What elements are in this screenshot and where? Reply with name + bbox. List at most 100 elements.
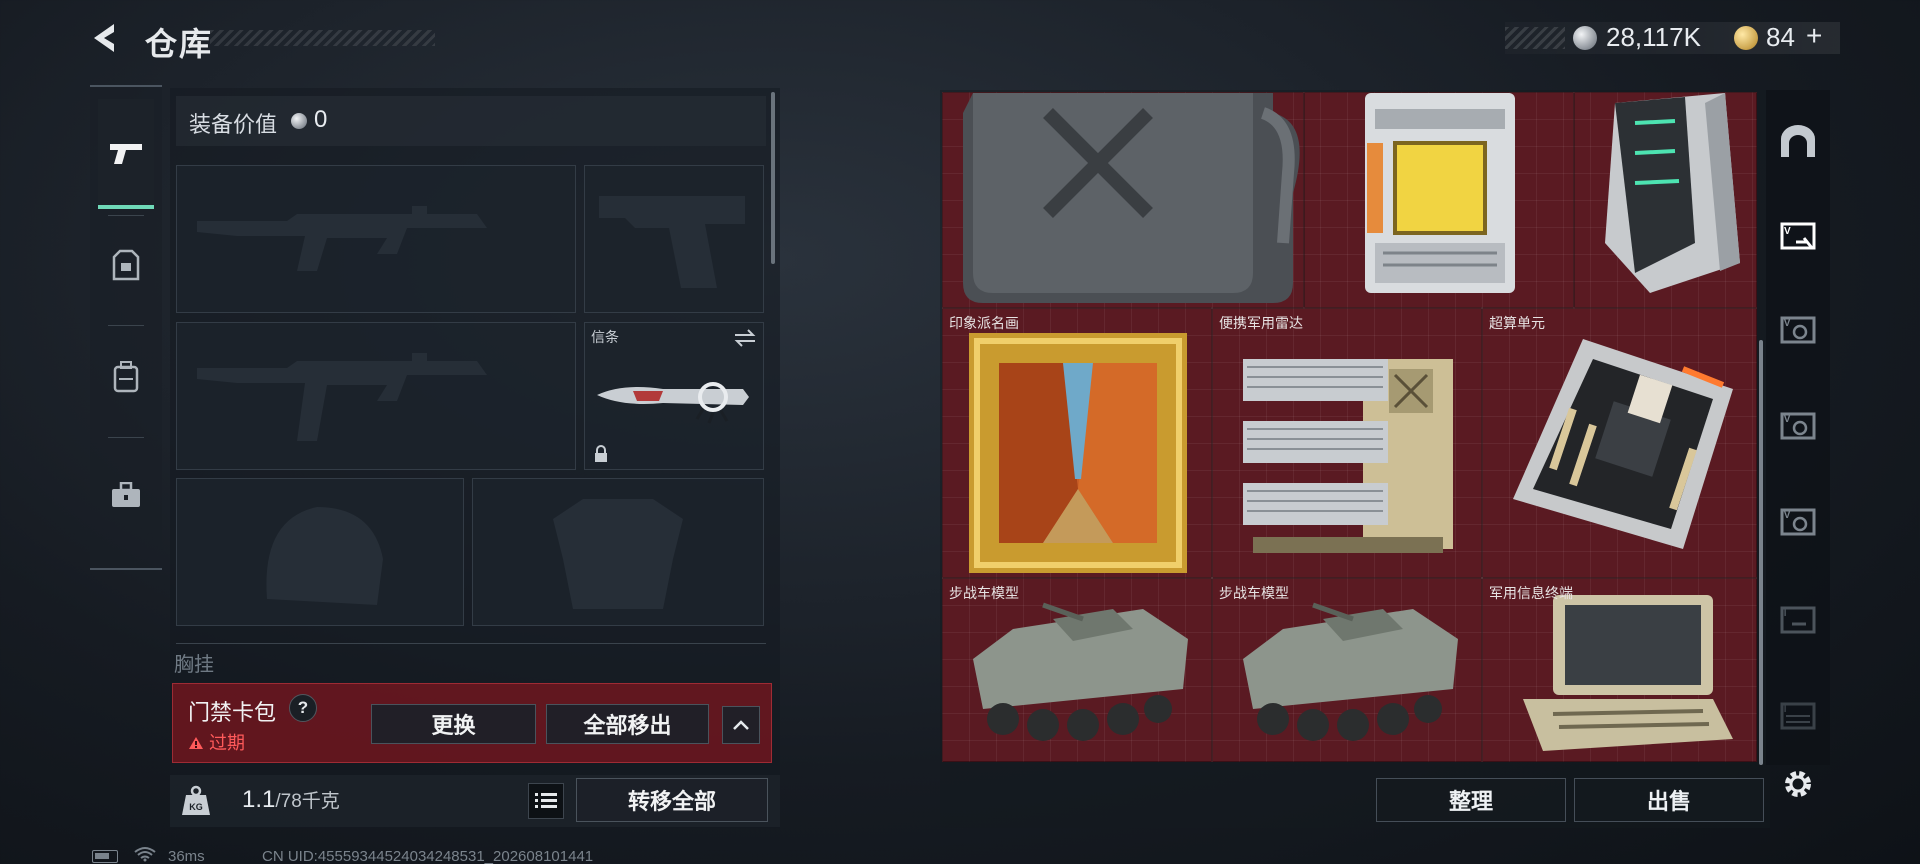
backpack-icon	[113, 361, 139, 393]
expired-label: 过期	[209, 733, 246, 753]
pistol-icon	[110, 144, 142, 164]
storage-page-v-icon[interactable]: V	[1776, 214, 1820, 258]
briefcase-icon	[112, 482, 140, 507]
ping-readout: 36ms	[168, 848, 205, 864]
transfer-all-button[interactable]: 转移全部	[576, 778, 768, 822]
military-terminal-item[interactable]: 军用信息终端	[1481, 577, 1757, 762]
equipment-value-label: 装备价值	[189, 112, 278, 137]
warning-icon	[189, 737, 203, 749]
armored-vehicle-icon	[973, 602, 1188, 741]
storage-scrollbar[interactable]	[1759, 340, 1763, 765]
armor-icon	[112, 249, 140, 281]
svg-text:IV: IV	[1781, 510, 1791, 521]
help-icon[interactable]: ?	[289, 694, 317, 722]
primary-weapon-slot-1[interactable]	[176, 165, 576, 313]
melee-slot[interactable]: 信条	[584, 322, 764, 470]
chest-rig-section	[176, 643, 766, 671]
sell-button[interactable]: 出售	[1574, 778, 1764, 822]
reactor-core-icon	[1365, 93, 1515, 293]
svg-text:V: V	[1784, 226, 1791, 237]
swap-icon[interactable]	[733, 329, 757, 347]
settings-gear-icon[interactable]	[1776, 762, 1820, 806]
server-unit-item[interactable]	[1573, 92, 1757, 309]
uid-readout: CN UID:455593445240342485​31_20260810144…	[262, 848, 594, 864]
item-label: 印象派名画	[949, 315, 1019, 331]
currency-decoration	[1505, 27, 1565, 49]
sort-button[interactable]: 整理	[1376, 778, 1566, 822]
equipment-scrollbar[interactable]	[771, 92, 775, 264]
chevron-up-icon	[733, 720, 749, 730]
radar-icon	[1243, 359, 1453, 553]
collapse-button[interactable]	[722, 706, 760, 744]
silver-balance: 28,117K	[1606, 22, 1701, 52]
primary-weapon-slot-2[interactable]	[176, 322, 576, 470]
equipment-value: 0	[314, 106, 328, 133]
kg-weight-icon: KG	[182, 785, 210, 815]
gold-balance: 84	[1766, 22, 1795, 52]
rugged-laptop-icon	[1523, 595, 1733, 751]
painting-icon	[969, 333, 1187, 573]
svg-text:KG: KG	[189, 802, 203, 812]
storage-page-ii-2-icon[interactable]: II	[1776, 694, 1820, 738]
item-label: 军用信息终端	[1489, 585, 1573, 601]
tab-armor[interactable]	[98, 225, 154, 305]
coin-icon	[291, 113, 307, 129]
impressionist-painting-item[interactable]: 印象派名画	[942, 307, 1213, 579]
helmet-slot[interactable]	[176, 478, 464, 626]
rifle-silhouette-icon	[197, 206, 487, 271]
supercomputer-unit-item[interactable]: 超算单元	[1481, 307, 1757, 579]
expired-status: 过期	[188, 729, 245, 755]
weight-readout: 1.1/78千克	[242, 786, 340, 814]
fuel-can-item[interactable]	[942, 92, 1305, 309]
svg-text:II: II	[1781, 608, 1787, 619]
weight-max: /78千克	[275, 791, 340, 812]
weight-current: 1.1	[242, 786, 276, 813]
svg-text:II: II	[1781, 704, 1787, 715]
back-arrow-icon[interactable]	[88, 20, 124, 56]
pistol-silhouette-icon	[599, 196, 745, 288]
body-armor-slot[interactable]	[472, 478, 764, 626]
server-unit-icon	[1605, 93, 1740, 293]
ifv-model-item[interactable]: 步战车模型	[942, 577, 1213, 762]
ifv-model-item-2[interactable]: 步战车模型	[1211, 577, 1483, 762]
rifle-silhouette-icon	[197, 353, 487, 441]
storage-grid: 印象派名画 便携军用雷达 超算单元 步战车模型 步战车模型 军用信息终端	[942, 92, 1757, 762]
battery-icon	[92, 850, 118, 863]
chest-rig-label: 胸挂	[174, 654, 214, 676]
storage-page-iv-3-icon[interactable]: IV	[1776, 500, 1820, 544]
storage-page-iv-2-icon[interactable]: IV	[1776, 404, 1820, 448]
portable-radar-item[interactable]: 便携军用雷达	[1211, 307, 1483, 579]
replace-button[interactable]: 更换	[371, 704, 536, 744]
silver-coin-icon	[1573, 26, 1597, 50]
title-decoration	[210, 30, 435, 46]
circuit-board-icon	[1513, 339, 1733, 549]
page-title: 仓库	[145, 26, 214, 62]
item-label: 超算单元	[1489, 315, 1545, 331]
access-card-pack-title: 门禁卡包	[188, 700, 277, 725]
item-label: 步战车模型	[1219, 585, 1289, 601]
reactor-core-item[interactable]	[1303, 92, 1575, 309]
list-icon	[535, 793, 557, 808]
armored-vehicle-icon	[1243, 602, 1458, 741]
storage-page-iv-icon[interactable]: IV	[1776, 308, 1820, 352]
tab-weapons[interactable]	[98, 99, 154, 209]
add-gold-button[interactable]: +	[1806, 20, 1822, 52]
lock-icon	[595, 445, 607, 462]
wifi-icon	[134, 847, 156, 862]
gold-coin-icon	[1734, 26, 1758, 50]
list-view-button[interactable]	[528, 783, 564, 819]
move-all-out-button[interactable]: 全部移出	[546, 704, 709, 744]
helmet-silhouette-icon	[266, 507, 383, 605]
vest-silhouette-icon	[553, 499, 683, 609]
vault-icon[interactable]	[1776, 120, 1820, 164]
tab-backpack[interactable]	[98, 337, 154, 417]
svg-text:IV: IV	[1781, 414, 1791, 425]
category-tabs	[90, 85, 162, 570]
item-label: 步战车模型	[949, 585, 1019, 601]
fuel-can-icon	[963, 93, 1300, 303]
sidearm-slot[interactable]	[584, 165, 764, 313]
tab-toolbox[interactable]	[98, 455, 154, 535]
storage-page-ii-icon[interactable]: II	[1776, 598, 1820, 642]
karambit-knife-icon	[597, 382, 749, 424]
melee-slot-label: 信条	[591, 329, 619, 345]
